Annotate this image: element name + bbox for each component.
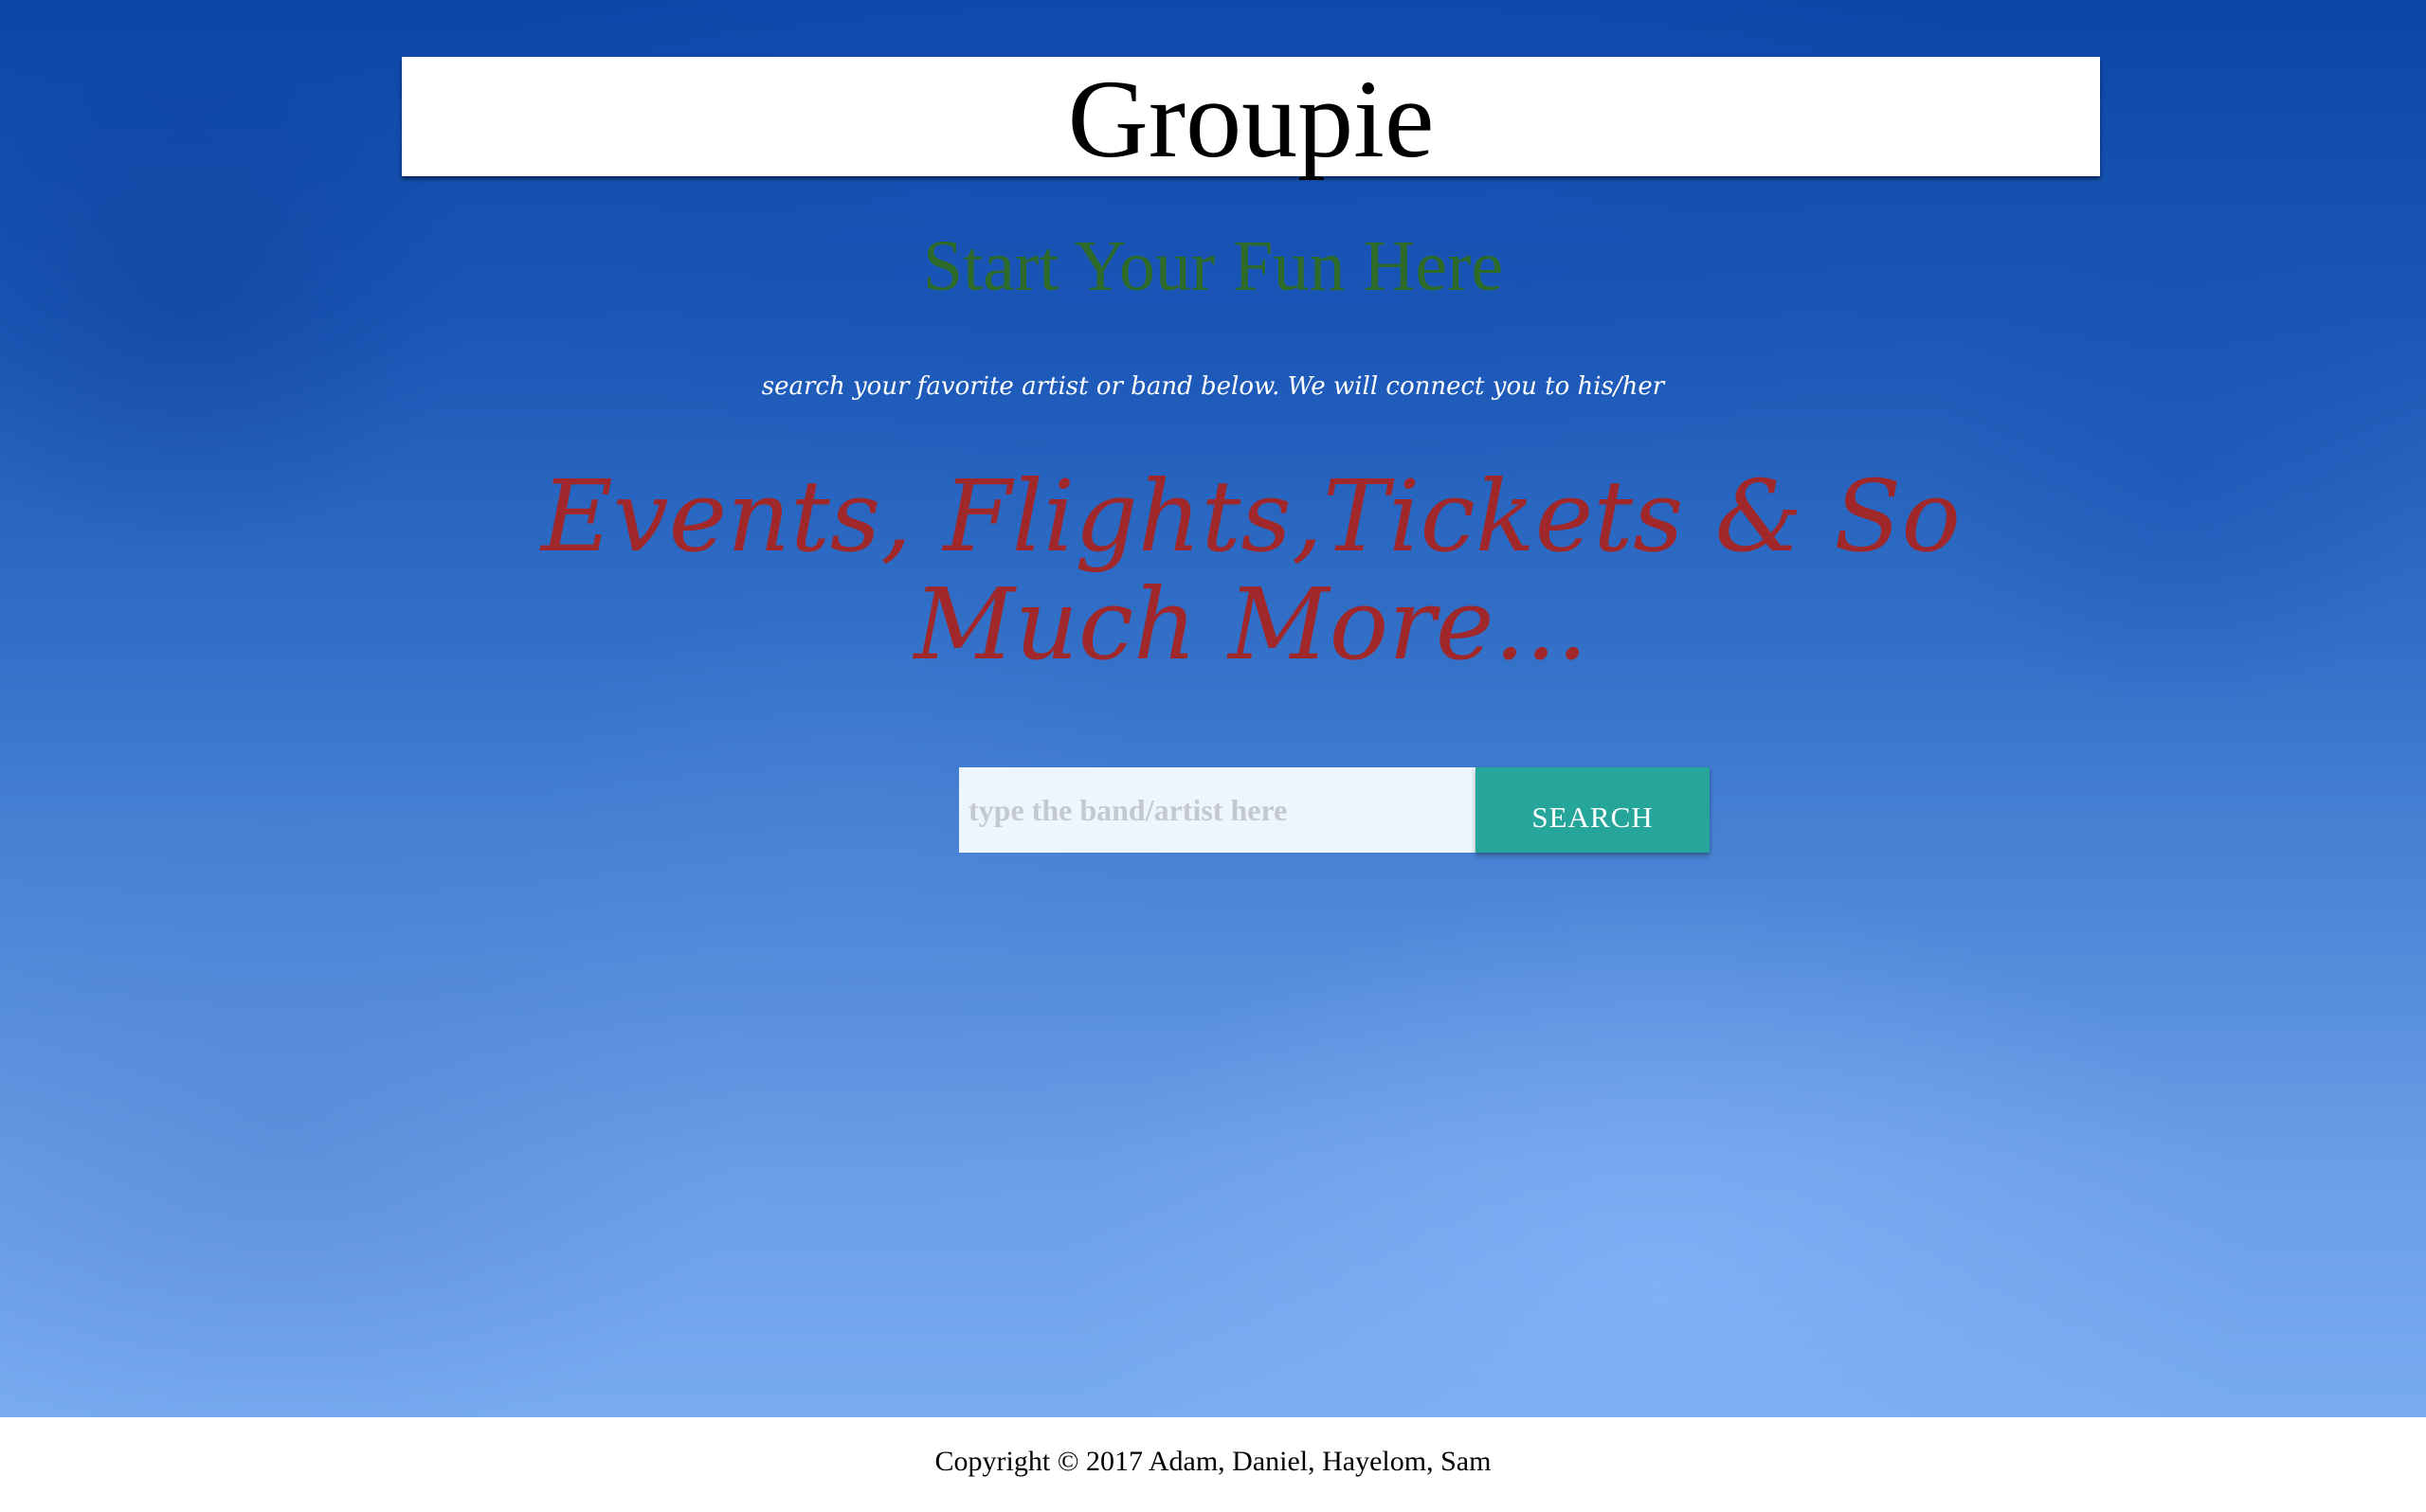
search-button[interactable]: Search (1476, 767, 1710, 853)
search-form: Search (959, 767, 1710, 853)
tagline: Start Your Fun Here (922, 226, 1504, 306)
copyright-text: Copyright © 2017 Adam, Daniel, Hayelom, … (934, 1446, 1492, 1477)
site-title: Groupie (1067, 57, 1435, 181)
hero-background: Groupie Start Your Fun Here search your … (0, 0, 2426, 1417)
header-bar: Groupie (402, 57, 2100, 176)
promo-heading: Events, Flights,Tickets & So Much More..… (540, 459, 1962, 682)
footer: Copyright © 2017 Adam, Daniel, Hayelom, … (0, 1417, 2426, 1512)
search-input[interactable] (959, 767, 1476, 853)
instruction-text: search your favorite artist or band belo… (761, 372, 1665, 401)
